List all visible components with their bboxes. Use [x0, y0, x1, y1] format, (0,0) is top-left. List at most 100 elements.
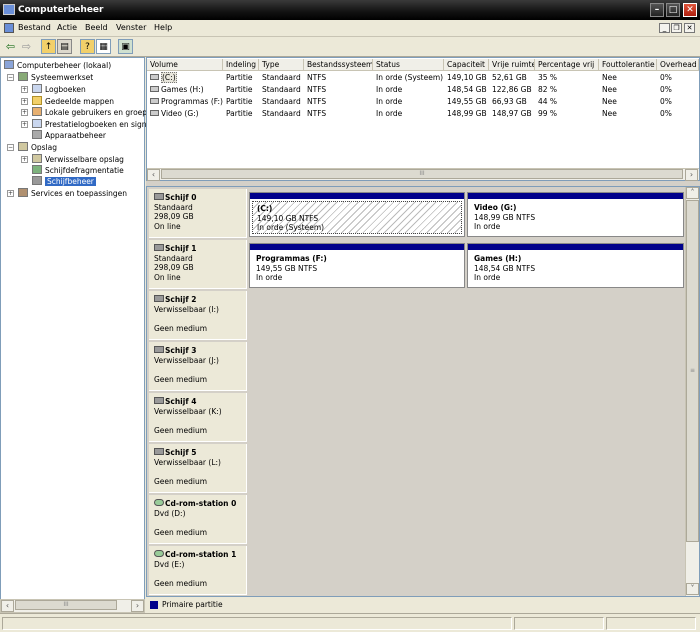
mdi-close-button[interactable]: ✕ — [684, 23, 695, 33]
disk-label-schijf-5[interactable]: Schijf 5 Verwisselbaar (L:) Geen medium — [149, 444, 247, 493]
scroll-thumb[interactable]: III — [161, 169, 683, 179]
scroll-up-icon[interactable]: ˄ — [686, 187, 699, 199]
disk-area-empty — [248, 546, 686, 595]
volume-icon — [150, 98, 159, 104]
expand-gedeelde-mappen-icon[interactable]: + — [21, 98, 28, 105]
disk-label-schijf-2[interactable]: Schijf 2 Verwisselbaar (I:) Geen medium — [149, 291, 247, 340]
toolbar: ⇦ ⇨ ↑ ▤ ? ▦ ▣ — [0, 37, 700, 57]
partition-g[interactable]: Video (G:) 148,99 GB NTFS In orde — [467, 192, 684, 237]
console-icon[interactable]: ▣ — [118, 39, 133, 54]
disk-area-empty — [248, 444, 686, 493]
expand-lokale-gebruikers-icon[interactable]: + — [21, 109, 28, 116]
tree-item-systeemwerkset[interactable]: Systeemwerkset — [18, 72, 93, 83]
mdi-restore-button[interactable]: ❐ — [671, 23, 682, 33]
disk-area-empty — [248, 342, 686, 391]
scroll-right-icon[interactable]: › — [131, 600, 144, 612]
col-indeling[interactable]: Indeling — [223, 59, 259, 71]
col-overhead[interactable]: Overhead — [657, 59, 699, 71]
tree-item-logboeken[interactable]: Logboeken — [32, 84, 86, 95]
legend: Primaire partitie — [146, 597, 700, 613]
minimize-button[interactable]: – — [650, 3, 664, 17]
menu-bestand[interactable]: Bestand — [18, 23, 51, 32]
console-menu-icon[interactable] — [4, 23, 14, 33]
expand-prestatielogboeken-icon[interactable]: + — [21, 121, 28, 128]
table-row-cell-volume[interactable]: Games (H:) — [147, 84, 223, 95]
disk-vertical-scrollbar[interactable]: ˄ ≡ ˅ — [685, 187, 699, 596]
tree-item-verwisselbare-opslag[interactable]: Verwisselbare opslag — [32, 154, 124, 165]
table-cell: 149,55 GB — [447, 97, 487, 106]
col-fouttolerantie[interactable]: Fouttolerantie — [599, 59, 657, 71]
disk-label-cdrom-0[interactable]: Cd-rom-station 0 Dvd (D:) Geen medium — [149, 495, 247, 544]
tree-item-schijfdefragmentatie[interactable]: Schijfdefragmentatie — [32, 165, 124, 176]
table-row-cell-volume[interactable]: (C:) — [147, 72, 223, 83]
tree-item-opslag[interactable]: Opslag — [18, 142, 57, 153]
table-cell: Nee — [602, 97, 617, 106]
table-cell: NTFS — [307, 85, 327, 94]
expand-logboeken-icon[interactable]: + — [21, 86, 28, 93]
tree-item-apparaatbeheer[interactable]: Apparaatbeheer — [32, 130, 106, 141]
tree-item-gedeelde-mappen[interactable]: Gedeelde mappen — [32, 96, 114, 107]
disk-label-cdrom-1[interactable]: Cd-rom-station 1 Dvd (E:) Geen medium — [149, 546, 247, 595]
expand-verwisselbare-opslag-icon[interactable]: + — [21, 156, 28, 163]
col-capaciteit[interactable]: Capaciteit — [444, 59, 489, 71]
table-cell: 35 % — [538, 73, 558, 82]
scroll-left-icon[interactable]: ‹ — [147, 169, 160, 181]
disk-label-schijf-1[interactable]: Schijf 1 Standaard 298,09 GB On line — [149, 240, 247, 289]
menu-actie[interactable]: Actie — [57, 23, 77, 32]
disk-label-schijf-3[interactable]: Schijf 3 Verwisselbaar (J:) Geen medium — [149, 342, 247, 391]
tree-item-services[interactable]: Services en toepassingen — [18, 188, 127, 199]
back-arrow-icon[interactable]: ⇦ — [3, 39, 18, 54]
col-percentage-vrij[interactable]: Percentage vrij — [535, 59, 599, 71]
computer-management-icon — [3, 4, 15, 15]
computerbeheer-window: Computerbeheer – □ ✕ Bestand Actie Beeld… — [0, 0, 700, 632]
disk-label-schijf-0[interactable]: Schijf 0 Standaard 298,09 GB On line — [149, 189, 247, 238]
table-cell: In orde (Systeem) — [376, 73, 444, 82]
scroll-down-icon[interactable]: ˅ — [686, 583, 699, 595]
collapse-opslag-icon[interactable]: − — [7, 144, 14, 151]
menu-venster[interactable]: Venster — [116, 23, 146, 32]
close-button[interactable]: ✕ — [683, 3, 697, 17]
disk-label-schijf-4[interactable]: Schijf 4 Verwisselbaar (K:) Geen medium — [149, 393, 247, 442]
title-bar[interactable]: Computerbeheer – □ ✕ — [0, 0, 700, 20]
partition-f[interactable]: Programmas (F:) 149,55 GB NTFS In orde — [249, 243, 465, 288]
window-title: Computerbeheer — [18, 5, 104, 15]
cdrom-icon — [154, 550, 164, 557]
expand-services-icon[interactable]: + — [7, 190, 14, 197]
scroll-left-icon[interactable]: ‹ — [1, 600, 14, 612]
collapse-systeemwerkset-icon[interactable]: − — [7, 74, 14, 81]
scroll-right-icon[interactable]: › — [685, 169, 698, 181]
col-type[interactable]: Type — [259, 59, 304, 71]
forward-arrow-icon[interactable]: ⇨ — [19, 39, 34, 54]
col-bestandssysteem[interactable]: Bestandssysteem — [304, 59, 373, 71]
help-icon[interactable]: ? — [80, 39, 95, 54]
primary-partition-bar — [250, 244, 464, 250]
table-cell: In orde — [376, 85, 403, 94]
partition-h[interactable]: Games (H:) 148,54 GB NTFS In orde — [467, 243, 684, 288]
scroll-thumb[interactable]: ≡ — [686, 200, 699, 542]
col-volume[interactable]: Volume — [147, 59, 223, 71]
table-row-cell-volume[interactable]: Programmas (F:) — [147, 96, 223, 107]
properties-icon[interactable]: ▦ — [96, 39, 111, 54]
col-status[interactable]: Status — [373, 59, 444, 71]
menu-help[interactable]: Help — [154, 23, 172, 32]
show-tree-icon[interactable]: ▤ — [57, 39, 72, 54]
tree-item-computerbeheer[interactable]: Computerbeheer (lokaal) — [4, 60, 111, 71]
partition-c[interactable]: (C:) 149,10 GB NTFS In orde (Systeem) — [249, 192, 465, 237]
col-vrije-ruimte[interactable]: Vrije ruimte — [489, 59, 535, 71]
tree-horizontal-scrollbar[interactable]: ‹ III › — [0, 599, 145, 613]
disk-area-empty — [248, 291, 686, 340]
removable-disk-icon — [154, 295, 164, 302]
tree-item-lokale-gebruikers[interactable]: Lokale gebruikers en groepen — [32, 107, 156, 118]
table-cell: In orde — [376, 97, 403, 106]
maximize-button[interactable]: □ — [666, 3, 680, 17]
up-folder-icon[interactable]: ↑ — [41, 39, 56, 54]
menu-beeld[interactable]: Beeld — [85, 23, 108, 32]
scroll-thumb[interactable]: III — [15, 600, 117, 610]
mdi-minimize-button[interactable]: _ — [659, 23, 670, 33]
volume-horizontal-scrollbar[interactable]: ‹ III › — [147, 168, 699, 181]
table-cell: Standaard — [262, 73, 301, 82]
table-cell: Nee — [602, 85, 617, 94]
table-cell: Partitie — [226, 85, 253, 94]
table-row-cell-volume[interactable]: Video (G:) — [147, 108, 223, 119]
tree-item-schijfbeheer[interactable]: Schijfbeheer — [32, 176, 96, 187]
